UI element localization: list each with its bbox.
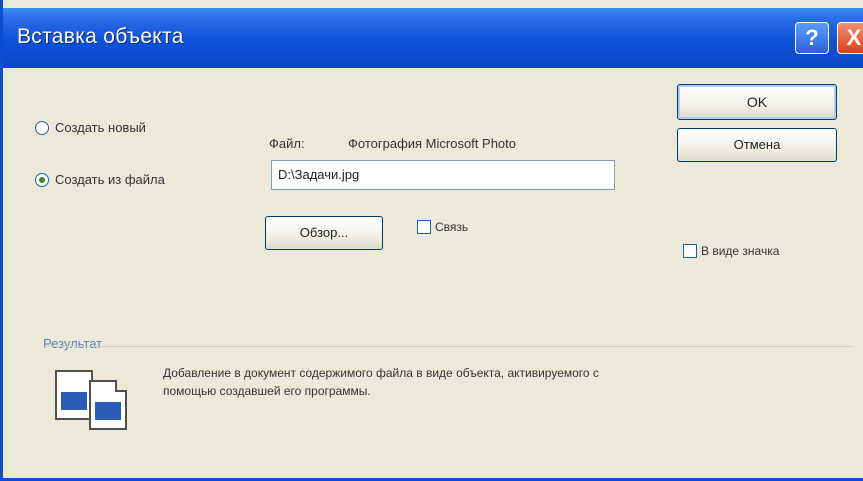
link-checkbox[interactable] <box>417 220 431 234</box>
document-icon <box>55 370 93 420</box>
file-type: Фотография Microsoft Photo <box>348 136 516 151</box>
help-button[interactable]: ? <box>795 22 829 54</box>
result-divider <box>43 346 853 347</box>
link-option[interactable]: Связь <box>417 220 468 234</box>
insert-object-dialog: Вставка объекта ? X Создать новый Создат… <box>0 0 863 481</box>
radio-create-new[interactable] <box>35 120 49 135</box>
file-path-input[interactable]: D:\Задачи.jpg <box>271 160 615 190</box>
display-as-icon-label: В виде значка <box>701 244 780 258</box>
create-new-option[interactable]: Создать новый <box>35 120 146 135</box>
document-icon <box>89 380 127 430</box>
create-from-file-label: Создать из файла <box>55 172 165 187</box>
title-bar: Вставка объекта ? X <box>3 8 863 68</box>
result-description: Добавление в документ содержимого файла … <box>163 366 599 398</box>
file-label: Файл: <box>269 136 305 151</box>
create-from-file-option[interactable]: Создать из файла <box>35 172 165 187</box>
dialog-body: Создать новый Создать из файла Файл: Фот… <box>3 68 863 478</box>
window-title: Вставка объекта <box>17 25 184 48</box>
create-new-label: Создать новый <box>55 120 146 135</box>
display-as-icon-checkbox[interactable] <box>683 244 697 258</box>
browse-button[interactable]: Обзор... <box>265 216 383 250</box>
close-button[interactable]: X <box>837 22 863 54</box>
ok-button[interactable]: OK <box>677 84 837 120</box>
radio-create-from-file[interactable] <box>35 172 49 187</box>
result-label: Результат <box>43 336 103 351</box>
link-label: Связь <box>435 220 469 234</box>
display-as-icon-option[interactable]: В виде значка <box>683 244 779 258</box>
result-icon <box>49 368 137 434</box>
cancel-button[interactable]: Отмена <box>677 128 837 162</box>
